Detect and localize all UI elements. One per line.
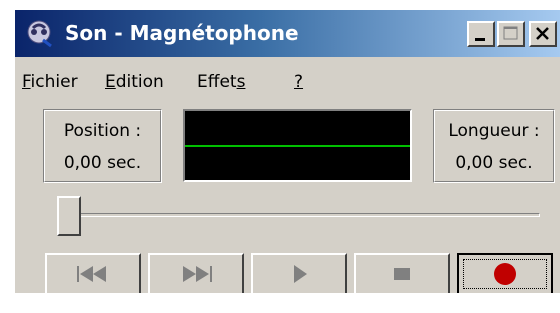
position-panel: Position : 0,00 sec. xyxy=(43,109,162,183)
position-label: Position : xyxy=(63,121,142,141)
sound-recorder-window: Son - Magnétophone Fichier Edition Effet… xyxy=(14,9,560,293)
waveform-line xyxy=(185,145,410,147)
menu-effets-accel: s xyxy=(236,72,246,92)
position-value: 0,00 sec. xyxy=(63,153,142,173)
sound-recorder-icon xyxy=(27,20,52,48)
seek-track[interactable] xyxy=(59,213,540,217)
rewind-button[interactable] xyxy=(45,253,141,293)
waveform-display xyxy=(183,109,412,182)
title-bar[interactable]: Son - Magnétophone xyxy=(15,10,560,57)
length-label: Longueur : xyxy=(448,121,540,141)
menu-fichier-label: ichier xyxy=(30,72,78,92)
menu-edition-accel: E xyxy=(105,72,116,92)
length-panel: Longueur : 0,00 sec. xyxy=(433,109,555,183)
stop-icon xyxy=(394,268,410,280)
length-value: 0,00 sec. xyxy=(455,153,533,173)
close-icon xyxy=(536,27,549,40)
rewind-icon xyxy=(77,266,106,282)
play-button[interactable] xyxy=(251,253,347,293)
window-title: Son - Magnétophone xyxy=(65,21,299,45)
menu-fichier[interactable]: Fichier xyxy=(22,60,78,104)
seek-slider-thumb[interactable] xyxy=(57,196,81,236)
record-button[interactable] xyxy=(457,253,553,293)
minimize-icon xyxy=(475,38,485,41)
maximize-button[interactable] xyxy=(497,21,525,47)
maximize-icon xyxy=(503,26,518,40)
minimize-button[interactable] xyxy=(467,21,495,47)
record-icon xyxy=(494,263,516,285)
play-icon xyxy=(294,265,307,283)
menu-effets[interactable]: Effets xyxy=(197,60,245,104)
stop-button[interactable] xyxy=(354,253,450,293)
menu-help[interactable]: ? xyxy=(294,60,303,104)
menu-bar: Fichier Edition Effets ? xyxy=(15,60,560,104)
menu-help-accel: ? xyxy=(294,72,304,92)
fast-forward-button[interactable] xyxy=(148,253,244,293)
menu-edition[interactable]: Edition xyxy=(105,60,164,104)
close-button[interactable] xyxy=(529,21,557,47)
menu-fichier-accel: F xyxy=(22,72,31,92)
menu-edition-label: dition xyxy=(115,72,164,92)
menu-effets-label: Effet xyxy=(197,72,237,92)
fast-forward-icon xyxy=(183,266,212,282)
